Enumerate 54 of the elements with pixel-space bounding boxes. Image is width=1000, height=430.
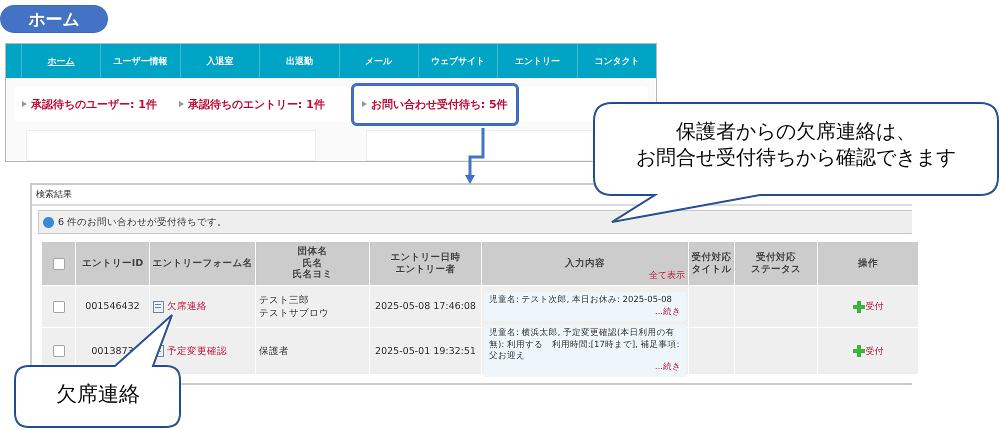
pending-link[interactable]: 承認待ちのユーザー: 1件: [22, 96, 157, 112]
connector-arrow: [465, 128, 484, 184]
accept-link[interactable]: 受付: [852, 344, 884, 358]
home-badge: ホーム: [0, 5, 108, 33]
nav-item[interactable]: ホーム: [21, 44, 100, 78]
header-text: 氏名: [302, 258, 322, 269]
nav-item[interactable]: 入退室: [180, 44, 260, 78]
info-icon: [43, 216, 54, 228]
pending-link[interactable]: お問い合わせ受付待ち: 5件: [350, 82, 519, 126]
checkbox[interactable]: [52, 345, 64, 357]
triangle-icon: [22, 101, 27, 107]
accept-link[interactable]: 受付: [852, 300, 884, 313]
header-text: 受付対応: [756, 252, 796, 264]
info-text: 6 件のお問い合わせが受付待ちです。: [58, 216, 228, 228]
triangle-icon: [178, 101, 184, 107]
plus-icon: [852, 300, 864, 312]
header-text: 受付対応: [692, 252, 732, 264]
header-text: 氏名ヨミ: [292, 269, 332, 282]
nav-item[interactable]: 出退勤: [259, 44, 338, 78]
name-text: 保護者: [259, 344, 289, 358]
nav-item[interactable]: ユーザー情報: [100, 44, 180, 78]
header-text: ステータス: [751, 264, 801, 276]
triangle-icon: [362, 101, 367, 107]
form-link[interactable]: 欠席連絡: [167, 300, 207, 313]
show-all-link[interactable]: 全て表示: [649, 270, 685, 282]
header-text: エントリー者: [396, 264, 456, 276]
entry-id: 001546432: [85, 301, 140, 312]
more-link[interactable]: ...続き: [654, 306, 681, 318]
pending-link[interactable]: 承認待ちのエントリー: 1件: [178, 96, 325, 112]
header-text: タイトル: [692, 264, 732, 276]
nav-item[interactable]: メール: [338, 44, 418, 78]
nav-item[interactable]: コンタクト: [576, 44, 656, 78]
header-text: 団体名: [298, 246, 328, 258]
entry-datetime: 2025-05-01 19:32:51: [375, 346, 476, 356]
header-text: エントリーフォーム名: [152, 258, 252, 270]
plus-icon: [852, 345, 864, 357]
header-text: 操作: [858, 258, 878, 270]
document-icon: [153, 300, 164, 312]
callout-text: 保護者からの欠席連絡は、 お問合せ受付待ちから確認できます: [635, 118, 957, 170]
more-link[interactable]: ...続き: [654, 362, 681, 374]
name-text: テストサブロウ: [259, 306, 329, 320]
callout-text: 欠席連絡: [55, 381, 141, 408]
nav-item[interactable]: エントリー: [497, 44, 577, 78]
name-text: テスト三郎: [259, 294, 309, 306]
form-link[interactable]: 予定変更確認: [167, 344, 227, 358]
header-text: 入力内容: [565, 258, 605, 270]
checkbox[interactable]: [52, 300, 64, 312]
checkbox[interactable]: [52, 258, 64, 270]
content-text: 児童名: 横浜太郎, 予定変更確認(本日利用の有無): 利用する 利用時間:[17時まで], 補足事項: 父お迎え: [489, 328, 680, 362]
entry-datetime: 2025-05-08 17:46:08: [375, 301, 476, 312]
nav-item[interactable]: ウェブサイト: [418, 44, 498, 78]
header-text: エントリーID: [82, 258, 144, 270]
header-text: エントリー日時: [390, 252, 460, 264]
content-text: 児童名: テスト次郎, 本日お休み: 2025-05-08: [489, 295, 673, 306]
